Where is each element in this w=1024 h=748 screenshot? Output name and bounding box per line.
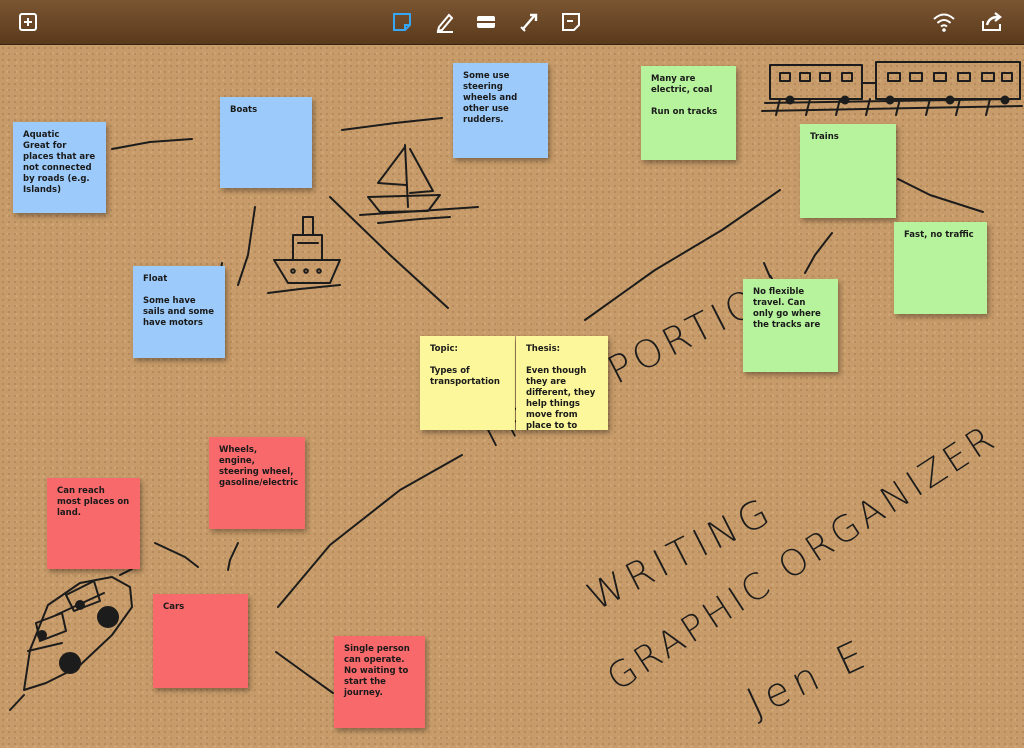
add-note-icon [19, 13, 37, 31]
connector-line [277, 454, 463, 608]
sticky-note-boats[interactable]: Boats [220, 97, 312, 188]
wifi-status [930, 8, 958, 36]
sticky-note-steering[interactable]: Some use steering wheels and other use r… [453, 63, 548, 158]
connector-line [275, 651, 334, 694]
sticky-note-aquatic[interactable]: Aquatic Great for places that are not co… [13, 122, 106, 213]
corkboard-canvas[interactable]: TRANSPORTION WRITING GRAPHIC ORGANIZER J… [0, 45, 1024, 748]
connector-line [897, 178, 984, 213]
pen-tool-icon [436, 13, 454, 33]
steamboat-drawing [267, 216, 341, 294]
note-style-button[interactable] [557, 8, 585, 36]
eraser-tool-icon [477, 16, 495, 28]
add-note-button[interactable] [14, 8, 42, 36]
sticky-note-no-flexible-travel[interactable]: No flexible travel. Can only go where th… [743, 279, 838, 372]
sticky-note-fast-no-traffic[interactable]: Fast, no traffic [894, 222, 987, 314]
car-drawing [9, 568, 133, 711]
wifi-icon [933, 13, 955, 32]
connector-line [227, 542, 239, 571]
connector-line [341, 117, 443, 131]
sticky-note-trains[interactable]: Trains [800, 124, 896, 218]
toolbar [0, 0, 1024, 45]
sticky-note-topic[interactable]: Topic: Types of transportation [420, 336, 515, 430]
sticky-note-tool-button[interactable] [388, 8, 416, 36]
connector-tool-button[interactable] [515, 8, 543, 36]
sticky-note-wheels-engine[interactable]: Wheels, engine, steering wheel, gasoline… [209, 437, 305, 529]
sticky-note-cars[interactable]: Cars [153, 594, 248, 688]
connector-tool-icon [520, 13, 538, 32]
train-drawing [761, 61, 1023, 116]
note-style-icon [562, 13, 580, 31]
sticky-note-float[interactable]: Float Some have sails and some have moto… [133, 266, 225, 358]
sticky-note-single-person[interactable]: Single person can operate. No waiting to… [334, 636, 425, 728]
share-button[interactable] [978, 8, 1006, 36]
sticky-note-tool-icon [393, 13, 411, 31]
sticky-note-many-electric[interactable]: Many are electric, coal Run on tracks [641, 66, 736, 160]
sticky-note-thesis[interactable]: Thesis: Even though they are different, … [516, 336, 608, 430]
pen-tool-button[interactable] [431, 8, 459, 36]
connector-line [804, 232, 833, 274]
sticky-note-reach-places[interactable]: Can reach most places on land. [47, 478, 140, 569]
share-icon [982, 12, 1002, 31]
eraser-tool-button[interactable] [472, 8, 500, 36]
connector-line [111, 138, 193, 150]
connector-line [154, 542, 199, 568]
connector-line [237, 206, 256, 286]
